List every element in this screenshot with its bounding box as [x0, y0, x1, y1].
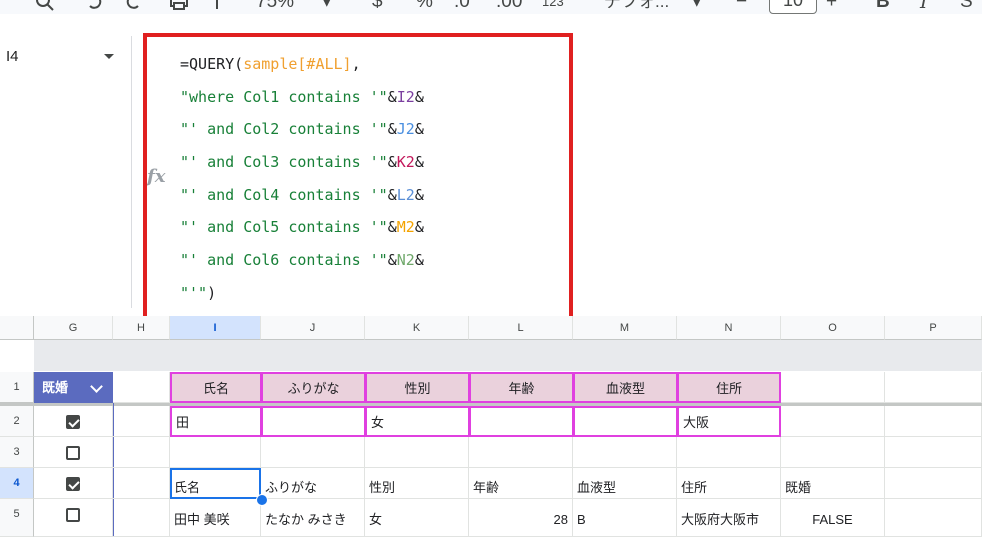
- increase-decimal-icon[interactable]: .00: [496, 0, 522, 13]
- cell-p2[interactable]: [885, 406, 982, 437]
- result-header-cell[interactable]: ふりがな: [261, 468, 365, 499]
- decrease-font-size-icon[interactable]: −: [736, 0, 747, 13]
- column-header-k[interactable]: K: [365, 316, 469, 340]
- result-header-cell[interactable]: 住所: [677, 468, 781, 499]
- column-header-i[interactable]: I: [170, 316, 261, 340]
- column-header-g[interactable]: G: [34, 316, 113, 340]
- row-header-2[interactable]: 2: [0, 406, 34, 437]
- toolbar: 75% ▾ $ % .0 .00 123 デフォ... ▾ − 10 + B I…: [0, 0, 982, 14]
- increase-font-size-icon[interactable]: +: [826, 0, 837, 13]
- criteria-input-cell[interactable]: [469, 406, 574, 437]
- checkbox-unchecked[interactable]: [66, 508, 80, 522]
- more-formats-button[interactable]: 123: [542, 0, 564, 13]
- zoom-dropdown-icon[interactable]: ▾: [322, 0, 332, 13]
- frozen-area: [34, 340, 982, 371]
- empty-cell[interactable]: [469, 437, 573, 468]
- result-data-cell[interactable]: FALSE: [781, 499, 885, 537]
- fill-handle[interactable]: [256, 494, 268, 506]
- row-header-1[interactable]: 1: [0, 372, 34, 403]
- print-icon[interactable]: [168, 0, 190, 13]
- cell-h1[interactable]: [113, 372, 170, 403]
- column-header-l[interactable]: L: [469, 316, 573, 340]
- checkbox-checked[interactable]: [66, 415, 80, 429]
- header-cell[interactable]: 住所: [677, 372, 781, 403]
- empty-cell[interactable]: [677, 437, 781, 468]
- result-header-cell[interactable]: 性別: [365, 468, 469, 499]
- criteria-input-cell[interactable]: [261, 406, 366, 437]
- checkbox-unchecked[interactable]: [66, 446, 80, 460]
- result-header-cell[interactable]: 血液型: [573, 468, 677, 499]
- cell-o3[interactable]: [781, 437, 885, 468]
- cell-h2[interactable]: [113, 406, 170, 437]
- redo-icon[interactable]: [124, 0, 144, 11]
- empty-cell[interactable]: [170, 437, 261, 468]
- criteria-input-cell[interactable]: 大阪: [677, 406, 781, 437]
- cell-o2[interactable]: [781, 406, 885, 437]
- result-data-cell[interactable]: B: [573, 499, 677, 537]
- header-cell[interactable]: 氏名: [170, 372, 262, 403]
- zoom-select[interactable]: 75%: [256, 0, 294, 13]
- select-all-corner[interactable]: [0, 316, 34, 340]
- percent-format-button[interactable]: %: [416, 0, 433, 13]
- paint-format-icon[interactable]: [208, 0, 226, 13]
- chevron-down-icon[interactable]: [90, 380, 103, 393]
- result-data-cell[interactable]: 田中 美咲: [170, 499, 261, 537]
- empty-cell[interactable]: [573, 437, 677, 468]
- column-header-h[interactable]: H: [113, 316, 170, 340]
- cell-h4[interactable]: [113, 468, 170, 499]
- decrease-decimal-icon[interactable]: .0: [454, 0, 470, 13]
- header-cell[interactable]: 性別: [365, 372, 470, 403]
- empty-cell[interactable]: [261, 437, 365, 468]
- row-header-4[interactable]: 4: [0, 468, 34, 499]
- currency-icon[interactable]: $: [372, 0, 383, 13]
- font-size-input[interactable]: 10: [769, 0, 817, 14]
- font-dropdown-icon[interactable]: ▾: [692, 0, 702, 13]
- cell-o1[interactable]: [781, 372, 885, 403]
- column-header-j[interactable]: J: [261, 316, 365, 340]
- cell-p5[interactable]: [885, 499, 982, 537]
- column-header-p[interactable]: P: [885, 316, 982, 340]
- bold-button[interactable]: B: [876, 0, 890, 13]
- search-menus-icon[interactable]: [34, 0, 56, 13]
- active-cell-selection[interactable]: [170, 468, 261, 499]
- name-box-dropdown-icon[interactable]: [104, 54, 114, 59]
- header-cell[interactable]: 血液型: [573, 372, 678, 403]
- criteria-input-cell[interactable]: 女: [365, 406, 470, 437]
- formula-highlight-box: [143, 33, 573, 323]
- empty-cell[interactable]: [365, 437, 469, 468]
- column-header-n[interactable]: N: [677, 316, 781, 340]
- criteria-input-cell[interactable]: 田: [170, 406, 262, 437]
- strikethrough-icon[interactable]: S: [960, 0, 973, 13]
- criteria-input-cell[interactable]: [573, 406, 678, 437]
- filter-chip-label: 既婚: [42, 380, 69, 395]
- result-header-cell[interactable]: 年齢: [469, 468, 573, 499]
- column-header-o[interactable]: O: [781, 316, 885, 340]
- checkbox-checked[interactable]: [66, 477, 80, 491]
- row-header-3[interactable]: 3: [0, 437, 34, 468]
- column-header-m[interactable]: M: [573, 316, 677, 340]
- result-data-cell[interactable]: たなか みさき: [261, 499, 365, 537]
- result-data-cell[interactable]: 大阪府大阪市: [677, 499, 781, 537]
- row-header-5[interactable]: 5: [0, 499, 34, 537]
- font-family-select[interactable]: デフォ...: [604, 0, 669, 13]
- header-cell[interactable]: 年齢: [469, 372, 574, 403]
- result-data-cell[interactable]: 女: [365, 499, 469, 537]
- result-header-cell[interactable]: 既婚: [781, 468, 885, 499]
- cell-p1[interactable]: [885, 372, 982, 403]
- cell-h3[interactable]: [113, 437, 170, 468]
- italic-button[interactable]: I: [920, 0, 928, 13]
- header-cell[interactable]: ふりがな: [261, 372, 366, 403]
- undo-icon[interactable]: [84, 0, 104, 11]
- filter-chip-kikon[interactable]: 既婚: [34, 372, 113, 403]
- cell-h5[interactable]: [113, 499, 170, 537]
- cell-p4[interactable]: [885, 468, 982, 499]
- formula-bar-divider: [131, 36, 132, 308]
- cell-p3[interactable]: [885, 437, 982, 468]
- name-box[interactable]: I4: [6, 48, 19, 65]
- result-data-cell[interactable]: 28: [469, 499, 573, 537]
